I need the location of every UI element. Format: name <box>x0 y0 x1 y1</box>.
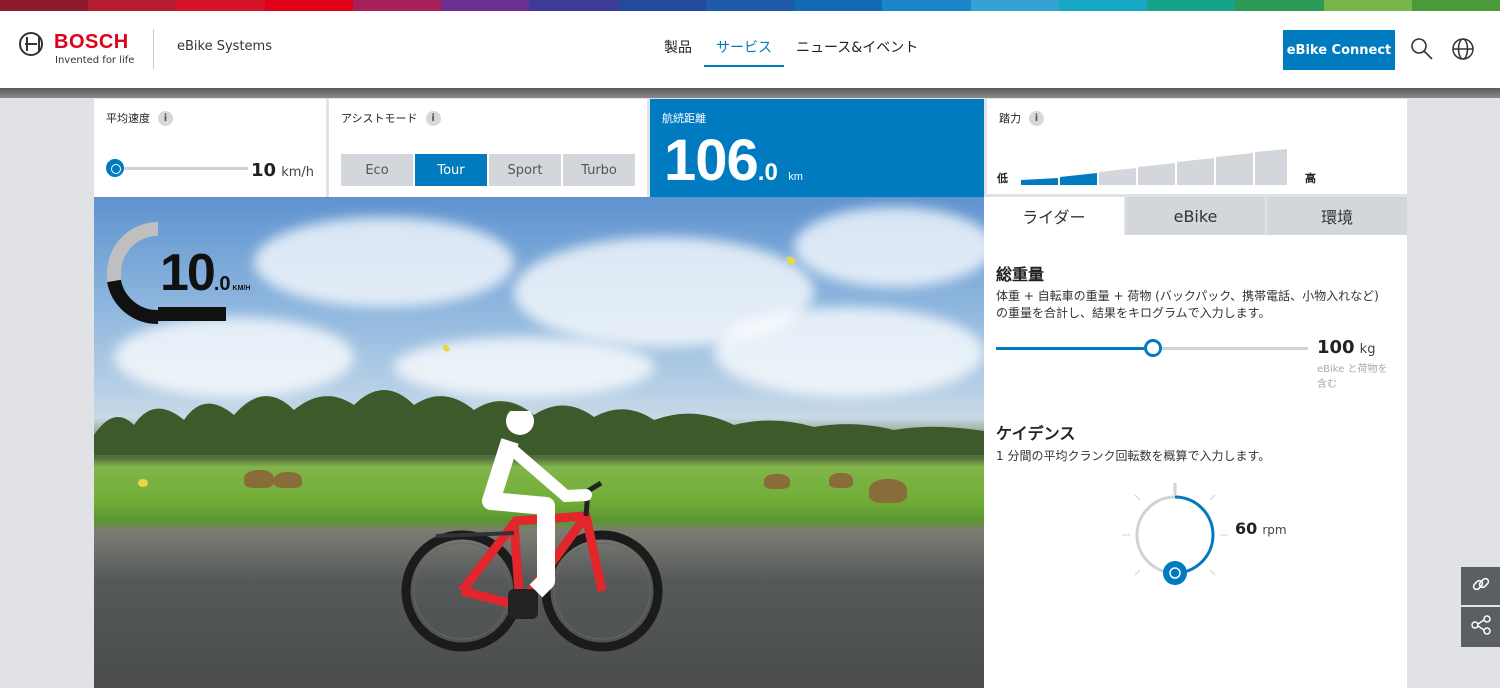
hay-bale <box>244 470 274 488</box>
avg-speed-unit: km/h <box>281 165 314 180</box>
pedal-force-step[interactable] <box>1177 158 1214 185</box>
bosch-logo-icon[interactable] <box>19 32 43 56</box>
info-icon[interactable]: i <box>1029 110 1044 126</box>
link-icon <box>1470 573 1492 599</box>
weight-slider-knob[interactable] <box>1144 339 1162 357</box>
speedometer-value: 10 <box>160 244 216 302</box>
ebike-connect-button[interactable]: eBike Connect <box>1283 30 1395 70</box>
weight-description-line-2: の重量を合計し、結果をキログラムで入力します。 <box>996 306 1271 320</box>
range-value-row: 106.0 km <box>664 127 803 194</box>
info-icon[interactable]: i <box>158 110 173 126</box>
pedal-force-scale[interactable] <box>1021 149 1287 185</box>
rider-ebike-illustration <box>401 411 663 652</box>
weight-unit: kg <box>1359 342 1376 357</box>
weight-slider-track[interactable] <box>1154 347 1308 350</box>
hay-bale <box>829 473 853 488</box>
pedal-force-step[interactable] <box>1021 178 1058 185</box>
avg-speed-label: 平均速度 <box>106 112 150 125</box>
tab-ebike[interactable]: eBike <box>1125 197 1266 235</box>
weight-value: 100 <box>1317 337 1355 358</box>
range-value: 106 <box>664 128 759 193</box>
brand-color-strip <box>0 0 1500 11</box>
avg-speed-slider-knob[interactable] <box>106 159 124 177</box>
speedometer-unit: KM/H <box>232 285 251 292</box>
mode-turbo-button[interactable]: Turbo <box>563 154 635 186</box>
range-value-decimal: .0 <box>757 159 778 186</box>
header-shadow <box>0 88 1500 98</box>
hay-bale <box>274 472 302 488</box>
brand-name[interactable]: BOSCH <box>54 31 129 54</box>
assist-mode-label-row: アシストモード i <box>341 110 441 126</box>
weight-note: eBike と荷物を 含む <box>1317 362 1388 392</box>
speedometer-value-decimal: .0 <box>213 273 231 295</box>
cadence-value-row: 60 rpm <box>1235 519 1287 538</box>
brand-tagline: Invented for life <box>55 55 135 66</box>
butterfly-icon <box>138 479 148 487</box>
range-unit: km <box>788 171 803 183</box>
tab-rider[interactable]: ライダー <box>984 197 1124 235</box>
rider-settings-panel: 総重量 体重 + 自転車の重量 + 荷物 (バックパック、携帯電話、小物入れなど… <box>984 235 1407 688</box>
pedal-force-label-row: 踏力 i <box>999 110 1044 126</box>
weight-note-line-2: 含む <box>1317 379 1337 390</box>
cadence-unit: rpm <box>1262 523 1287 537</box>
avg-speed-value-row: 10 km/h <box>251 160 314 181</box>
pedal-force-label: 踏力 <box>999 112 1021 125</box>
search-icon[interactable] <box>1409 36 1435 62</box>
assist-mode-selector: Eco Tour Sport Turbo <box>341 154 635 186</box>
pedal-force-step[interactable] <box>1060 173 1097 185</box>
header-divider <box>153 29 154 69</box>
share-icon <box>1470 614 1492 640</box>
site-name[interactable]: eBike Systems <box>177 39 272 54</box>
pedal-force-step[interactable] <box>1099 168 1136 185</box>
range-label: 航続距離 <box>662 112 706 125</box>
nav-item-products[interactable]: 製品 <box>652 37 704 65</box>
pedal-force-low-label: 低 <box>997 172 1008 185</box>
globe-icon[interactable] <box>1450 36 1476 62</box>
nav-item-service[interactable]: サービス <box>704 37 784 67</box>
tab-environment[interactable]: 環境 <box>1267 197 1408 235</box>
weight-title: 総重量 <box>996 265 1045 284</box>
avg-speed-slider-track[interactable] <box>114 167 248 170</box>
cadence-dial[interactable] <box>1118 480 1228 590</box>
weight-description-line-1: 体重 + 自転車の重量 + 荷物 (バックパック、携帯電話、小物入れなど) <box>996 289 1379 303</box>
weight-note-line-1: eBike と荷物を <box>1317 364 1388 375</box>
avg-speed-label-row: 平均速度 i <box>106 110 173 126</box>
assist-mode-panel: アシストモード i Eco Tour Sport Turbo <box>329 99 647 197</box>
hay-bale <box>764 474 790 489</box>
mode-eco-button[interactable]: Eco <box>341 154 413 186</box>
cloud <box>794 207 984 287</box>
weight-value-row: 100 kg <box>1317 337 1375 358</box>
avg-speed-value: 10 <box>251 160 277 181</box>
range-panel: 航続距離 106.0 km <box>650 99 984 197</box>
mode-tour-button[interactable]: Tour <box>415 154 487 186</box>
pedal-force-step[interactable] <box>1255 149 1287 185</box>
assist-mode-label: アシストモード <box>341 112 418 125</box>
ride-scene: 10.0 KM/H <box>94 197 984 688</box>
info-icon[interactable]: i <box>425 110 441 126</box>
pedal-force-step[interactable] <box>1216 153 1253 185</box>
link-button[interactable] <box>1461 567 1500 605</box>
mode-sport-button[interactable]: Sport <box>489 154 561 186</box>
main-nav: 製品 サービス ニュース&イベント <box>652 37 930 67</box>
nav-item-news-events[interactable]: ニュース&イベント <box>784 37 930 65</box>
weight-slider-fill[interactable] <box>996 347 1154 350</box>
site-header: BOSCH Invented for life eBike Systems 製品… <box>0 11 1500 88</box>
pedal-force-panel: 踏力 i 低 高 <box>987 99 1407 194</box>
pedal-force-step[interactable] <box>1138 163 1175 185</box>
cadence-description: 1 分間の平均クランク回転数を概算で入力します。 <box>996 449 1271 463</box>
hay-bale <box>869 479 907 503</box>
avg-speed-panel: 平均速度 i 10 km/h <box>94 99 326 197</box>
cadence-title: ケイデンス <box>996 424 1076 443</box>
speedometer-readout: 10.0 KM/H <box>160 243 250 303</box>
pedal-force-high-label: 高 <box>1305 172 1316 185</box>
cloud <box>254 217 514 307</box>
share-button[interactable] <box>1461 607 1500 647</box>
settings-tabs: ライダー eBike 環境 <box>984 197 1408 235</box>
cadence-value: 60 <box>1235 519 1258 538</box>
